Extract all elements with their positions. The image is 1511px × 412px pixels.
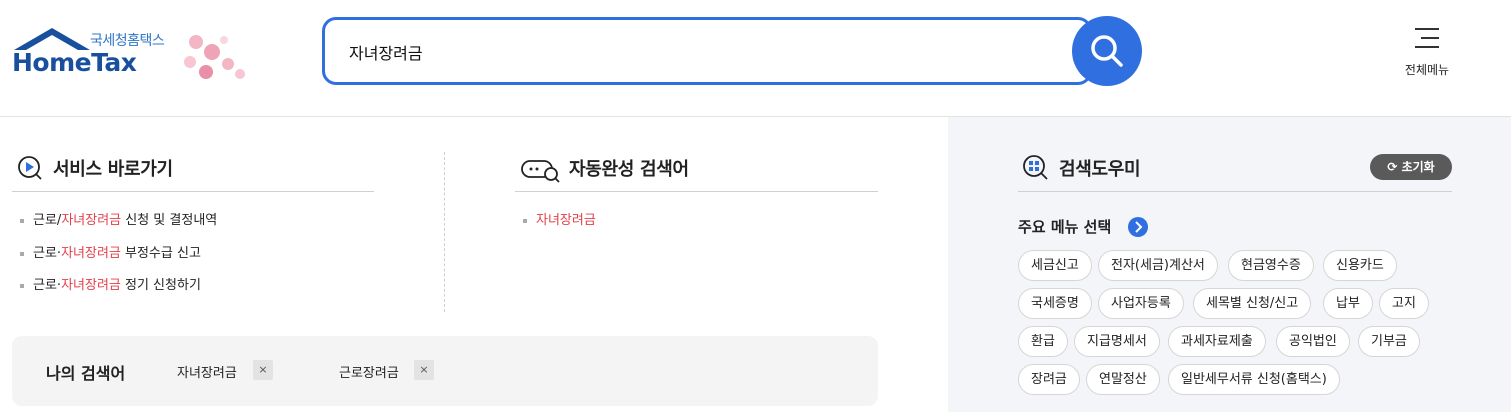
- menu-chip[interactable]: 연말정산: [1086, 364, 1160, 395]
- menu-chip[interactable]: 장려금: [1018, 364, 1080, 395]
- autocomplete-title: 자동완성 검색어: [569, 159, 689, 180]
- menu-chip[interactable]: 기부금: [1358, 326, 1420, 357]
- all-menu-label: 전체메뉴: [1404, 63, 1450, 77]
- menu-chip[interactable]: 국세증명: [1018, 288, 1092, 319]
- shortcut-item[interactable]: 근로·자녀장려금 정기 신청하기: [20, 274, 201, 293]
- logo-english-text: HomeTax: [12, 48, 137, 77]
- hometax-logo[interactable]: 국세청홈택스 HomeTax: [12, 26, 257, 86]
- grid-search-icon: [1023, 155, 1048, 180]
- shortcut-item[interactable]: 근로/자녀장려금 신청 및 결정내역: [20, 209, 217, 228]
- chat-search-icon: [521, 160, 560, 183]
- my-search-panel: 나의 검색어 자녀장려금 × 근로장려금 ×: [12, 336, 878, 406]
- menu-chip[interactable]: 환급: [1018, 326, 1068, 357]
- menu-chip[interactable]: 세금신고: [1018, 250, 1092, 281]
- menu-chip[interactable]: 사업자등록: [1098, 288, 1184, 319]
- menu-chip[interactable]: 납부: [1323, 288, 1373, 319]
- shortcut-divider: [12, 191, 374, 192]
- remove-keyword-button[interactable]: ×: [414, 360, 434, 380]
- menu-select-label: 주요 메뉴 선택: [1018, 218, 1112, 236]
- menu-chip[interactable]: 현금영수증: [1228, 250, 1314, 281]
- search-box: [322, 17, 1092, 85]
- menu-chip[interactable]: 세목별 신청/신고: [1193, 288, 1312, 319]
- menu-chip[interactable]: 고지: [1379, 288, 1429, 319]
- helper-divider: [1018, 191, 1452, 192]
- header: 국세청홈택스 HomeTax 전체메뉴: [0, 0, 1511, 117]
- autocomplete-item[interactable]: 자녀장려금: [523, 209, 596, 228]
- hamburger-icon: [1415, 28, 1439, 55]
- menu-chip[interactable]: 공익법인: [1276, 326, 1350, 357]
- menu-chip[interactable]: 일반세무서류 신청(홈택스): [1168, 364, 1340, 395]
- shortcut-item[interactable]: 근로·자녀장려금 부정수급 신고: [20, 242, 201, 261]
- column-divider: [444, 152, 445, 312]
- reset-button[interactable]: ⟳ 초기화: [1370, 154, 1452, 180]
- play-circle-icon: [18, 156, 42, 180]
- chevron-right-icon[interactable]: [1128, 217, 1148, 237]
- recent-keyword[interactable]: 자녀장려금: [177, 362, 237, 381]
- autocomplete-divider: [515, 191, 878, 192]
- search-input[interactable]: [349, 37, 1049, 67]
- search-icon: [1091, 35, 1123, 67]
- menu-chip[interactable]: 신용카드: [1323, 250, 1397, 281]
- my-search-label: 나의 검색어: [46, 364, 126, 383]
- menu-chip[interactable]: 과세자료제출: [1168, 326, 1266, 357]
- helper-title: 검색도우미: [1059, 159, 1141, 180]
- refresh-icon: ⟳: [1387, 160, 1398, 174]
- search-button[interactable]: [1072, 16, 1142, 86]
- recent-keyword[interactable]: 근로장려금: [339, 362, 399, 381]
- remove-keyword-button[interactable]: ×: [253, 360, 273, 380]
- shortcut-title: 서비스 바로가기: [53, 159, 173, 180]
- all-menu-button[interactable]: 전체메뉴: [1396, 26, 1458, 78]
- cherry-blossom-icon: [184, 35, 245, 79]
- logo-korean-text: 국세청홈택스: [90, 33, 165, 49]
- menu-chip[interactable]: 전자(세금)계산서: [1098, 250, 1218, 281]
- menu-chip[interactable]: 지급명세서: [1074, 326, 1160, 357]
